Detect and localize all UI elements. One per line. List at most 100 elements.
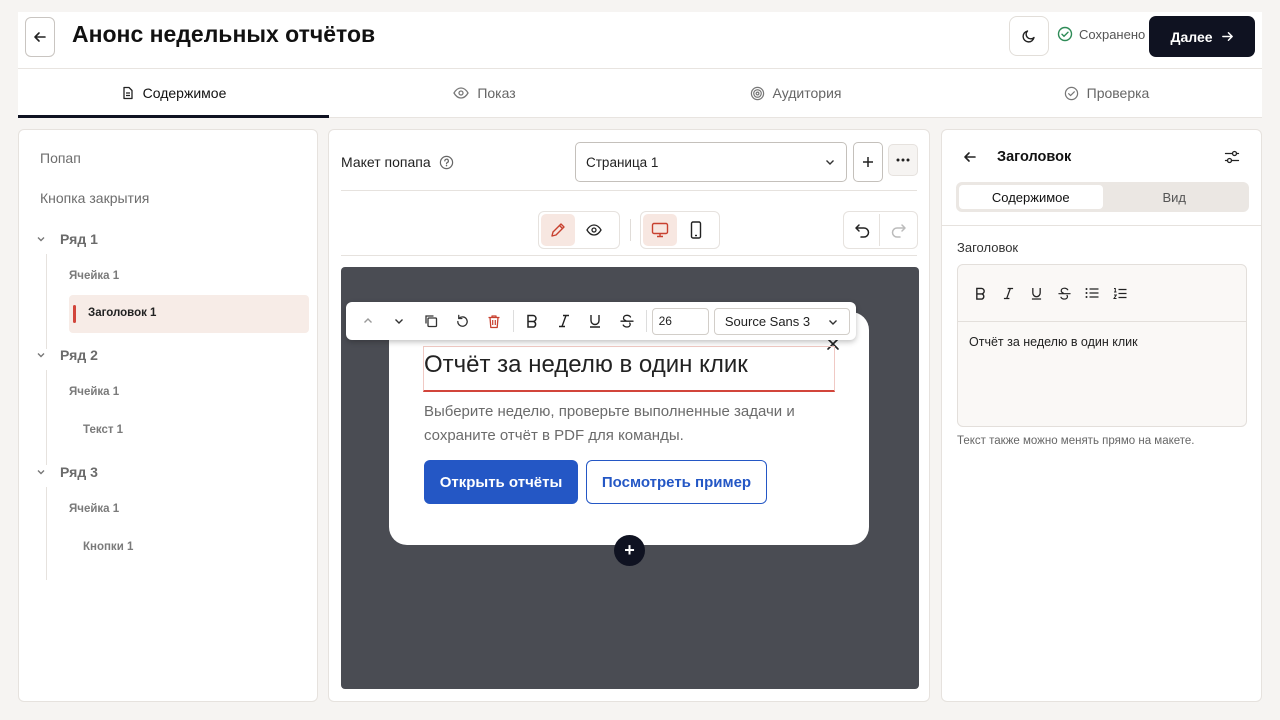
copy-icon bbox=[425, 315, 437, 328]
desktop-view-button[interactable] bbox=[643, 214, 677, 246]
inspector-back-button[interactable] bbox=[963, 150, 977, 164]
toolbar-divider bbox=[630, 219, 631, 241]
move-down-button[interactable] bbox=[384, 306, 416, 336]
app-window: Анонс недельных отчётов Сохранено Далее … bbox=[18, 12, 1262, 712]
bold-button[interactable] bbox=[517, 306, 549, 336]
plus-icon bbox=[863, 157, 873, 167]
next-button[interactable]: Далее bbox=[1149, 16, 1255, 57]
underline-button[interactable] bbox=[580, 306, 612, 336]
editor-toolbar bbox=[958, 265, 1246, 322]
chevron-down-icon bbox=[395, 319, 404, 324]
list-icon bbox=[1085, 288, 1099, 298]
mobile-view-button[interactable] bbox=[679, 214, 713, 246]
seg-content[interactable]: Содержимое bbox=[959, 185, 1103, 209]
editor-numbered-list-button[interactable] bbox=[1106, 279, 1134, 307]
editor-italic-button[interactable] bbox=[994, 279, 1022, 307]
toolbar-divider bbox=[645, 310, 647, 332]
underline-icon bbox=[1031, 287, 1041, 300]
arrow-left-icon bbox=[34, 32, 46, 42]
duplicate-button[interactable] bbox=[415, 306, 447, 336]
delete-button[interactable] bbox=[478, 306, 510, 336]
page-title: Анонс недельных отчётов bbox=[72, 21, 376, 47]
tree-item-popup[interactable]: Попап bbox=[40, 150, 81, 166]
add-row-button[interactable]: + bbox=[614, 535, 645, 566]
theme-toggle-button[interactable] bbox=[1009, 16, 1049, 56]
design-canvas[interactable]: Отчёт за неделю в один клик Выберите нед… bbox=[341, 267, 919, 689]
tree-guide-line bbox=[46, 254, 47, 349]
chevron-down-icon bbox=[37, 470, 45, 475]
underline-icon bbox=[590, 315, 601, 328]
tab-label: Содержимое bbox=[142, 85, 227, 101]
rotate-ccw-icon bbox=[456, 314, 468, 327]
monitor-icon bbox=[651, 222, 669, 238]
tree-item-row-2[interactable]: Ряд 2 bbox=[36, 347, 98, 363]
tree-item-close-button[interactable]: Кнопка закрытия bbox=[40, 190, 149, 206]
chevron-down-icon bbox=[37, 353, 45, 358]
editor-strikethrough-button[interactable] bbox=[1050, 279, 1078, 307]
redo-button[interactable] bbox=[882, 214, 916, 246]
tree-item-row-3[interactable]: Ряд 3 bbox=[36, 464, 98, 480]
chevron-down-icon bbox=[828, 319, 837, 325]
eye-icon bbox=[586, 224, 602, 236]
view-example-button[interactable]: Посмотреть пример bbox=[586, 460, 767, 504]
next-label: Далее bbox=[1170, 28, 1213, 45]
redo-icon bbox=[891, 223, 906, 238]
history-controls bbox=[843, 211, 918, 249]
popup-body-text[interactable]: Выберите неделю, проверьте выполненные з… bbox=[424, 400, 824, 448]
row-label: Ряд 2 bbox=[60, 347, 98, 363]
inspector-settings-button[interactable] bbox=[1224, 149, 1240, 165]
tree-item-heading-selected[interactable]: Заголовок 1 bbox=[69, 295, 309, 333]
page-select-value: Страница 1 bbox=[586, 154, 659, 170]
tab-review[interactable]: Проверка bbox=[951, 69, 1262, 117]
eye-icon bbox=[453, 87, 470, 99]
preview-mode-button[interactable] bbox=[577, 214, 611, 246]
font-size-input[interactable]: 26 bbox=[651, 307, 709, 335]
smartphone-icon bbox=[690, 221, 702, 239]
inspector-title: Заголовок bbox=[997, 149, 1072, 165]
editor-bullet-list-button[interactable] bbox=[1078, 279, 1106, 307]
chevron-down-icon bbox=[37, 237, 45, 242]
help-icon[interactable] bbox=[439, 155, 454, 170]
edit-mode-button[interactable] bbox=[541, 214, 575, 246]
back-button[interactable] bbox=[25, 17, 55, 57]
tree-item-label: Заголовок 1 bbox=[88, 307, 157, 319]
tree-item-row-1[interactable]: Ряд 1 bbox=[36, 231, 98, 247]
trash-icon bbox=[488, 314, 500, 328]
open-reports-button[interactable]: Открыть отчёты bbox=[424, 460, 578, 504]
tree-item-cell[interactable]: Ячейка 1 bbox=[69, 503, 119, 515]
tab-content[interactable]: Содержимое bbox=[18, 69, 329, 118]
arrow-right-icon bbox=[1221, 32, 1233, 41]
rich-text-editor[interactable]: Отчёт за неделю в один клик bbox=[957, 264, 1247, 427]
more-options-button[interactable] bbox=[888, 144, 918, 176]
toolbar-divider bbox=[512, 310, 514, 332]
document-icon bbox=[122, 86, 133, 100]
editor-underline-button[interactable] bbox=[1022, 279, 1050, 307]
reset-button[interactable] bbox=[447, 306, 479, 336]
font-family-select[interactable]: Source Sans 3 bbox=[713, 307, 850, 335]
popup-preview[interactable]: Отчёт за неделю в один клик Выберите нед… bbox=[389, 312, 869, 545]
tree-item-buttons[interactable]: Кнопки 1 bbox=[83, 541, 133, 553]
italic-button[interactable] bbox=[548, 306, 580, 336]
italic-icon bbox=[558, 314, 569, 328]
tree-item-text[interactable]: Текст 1 bbox=[83, 424, 123, 436]
tree-guide-line bbox=[46, 370, 47, 465]
bold-icon bbox=[527, 314, 537, 328]
editor-bold-button[interactable] bbox=[966, 279, 994, 307]
editor-text[interactable]: Отчёт за неделю в один клик bbox=[969, 335, 1138, 349]
tab-audience[interactable]: Аудитория bbox=[640, 69, 951, 117]
step-tabs: Содержимое Показ Аудитория Проверка bbox=[18, 69, 1262, 118]
tree-item-cell[interactable]: Ячейка 1 bbox=[69, 270, 119, 282]
sliders-icon bbox=[1224, 150, 1240, 164]
add-page-button[interactable] bbox=[853, 142, 883, 182]
page-select[interactable]: Страница 1 bbox=[575, 142, 847, 182]
undo-button[interactable] bbox=[846, 214, 880, 246]
strikethrough-icon bbox=[1057, 287, 1071, 300]
popup-headline[interactable]: Отчёт за неделю в один клик bbox=[423, 346, 835, 392]
tree-item-cell[interactable]: Ячейка 1 bbox=[69, 386, 119, 398]
move-up-button[interactable] bbox=[352, 306, 384, 336]
seg-view[interactable]: Вид bbox=[1103, 185, 1247, 209]
tab-display[interactable]: Показ bbox=[329, 69, 640, 117]
moon-icon bbox=[1022, 30, 1035, 43]
strikethrough-button[interactable] bbox=[611, 306, 643, 336]
bold-icon bbox=[975, 287, 985, 300]
